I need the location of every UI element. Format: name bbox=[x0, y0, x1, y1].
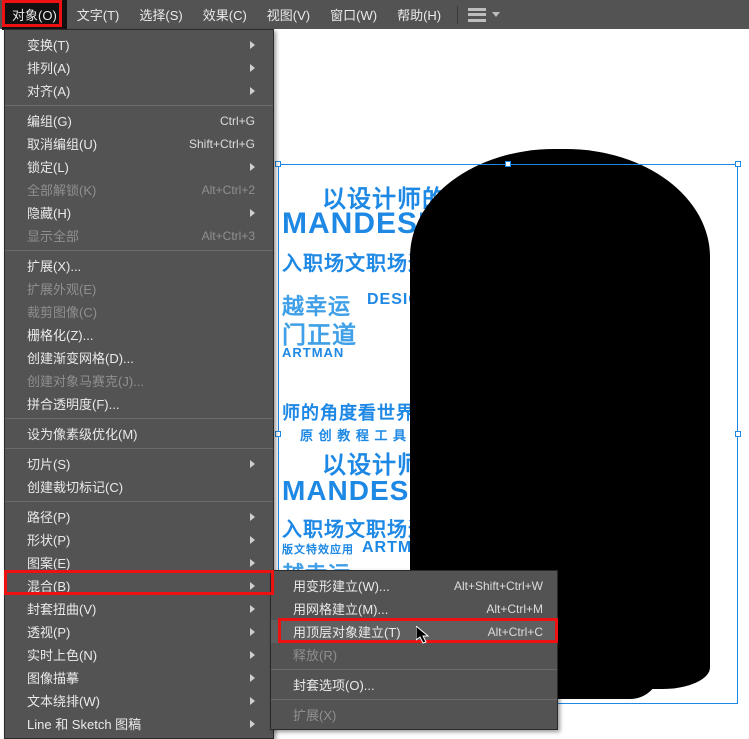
object-menu-dropdown: 变换(T) 排列(A) 对齐(A) 编组(G)Ctrl+G 取消编组(U)Shi… bbox=[4, 29, 274, 739]
chevron-right-icon bbox=[250, 41, 255, 49]
chevron-right-icon bbox=[250, 536, 255, 544]
chevron-right-icon bbox=[250, 64, 255, 72]
mi-live-paint[interactable]: 实时上色(N) bbox=[5, 643, 273, 666]
smi-expand: 扩展(X) bbox=[271, 703, 557, 726]
menu-separator bbox=[271, 669, 557, 670]
mi-image-trace[interactable]: 图像描摹 bbox=[5, 666, 273, 689]
menu-window[interactable]: 窗口(W) bbox=[320, 0, 387, 30]
smi-make-with-mesh[interactable]: 用网格建立(M)...Alt+Ctrl+M bbox=[271, 597, 557, 620]
smi-make-with-warp[interactable]: 用变形建立(W)...Alt+Shift+Ctrl+W bbox=[271, 574, 557, 597]
chevron-down-icon[interactable] bbox=[492, 12, 500, 17]
mi-envelope-distort[interactable]: 封套扭曲(V) bbox=[5, 597, 273, 620]
mi-ungroup[interactable]: 取消编组(U)Shift+Ctrl+G bbox=[5, 132, 273, 155]
smi-make-with-top-object[interactable]: 用顶层对象建立(T)Alt+Ctrl+C bbox=[271, 620, 557, 643]
envelope-distort-submenu: 用变形建立(W)...Alt+Shift+Ctrl+W 用网格建立(M)...A… bbox=[270, 570, 558, 730]
menu-select[interactable]: 选择(S) bbox=[129, 0, 192, 30]
mi-object-mosaic: 创建对象马赛克(J)... bbox=[5, 369, 273, 392]
chevron-right-icon bbox=[250, 163, 255, 171]
smi-envelope-options[interactable]: 封套选项(O)... bbox=[271, 673, 557, 696]
workspace-icon[interactable] bbox=[468, 8, 486, 22]
chevron-right-icon bbox=[250, 460, 255, 468]
menu-help[interactable]: 帮助(H) bbox=[387, 0, 451, 30]
chevron-right-icon bbox=[250, 674, 255, 682]
mi-expand[interactable]: 扩展(X)... bbox=[5, 254, 273, 277]
mi-group[interactable]: 编组(G)Ctrl+G bbox=[5, 109, 273, 132]
chevron-right-icon bbox=[250, 513, 255, 521]
mi-path[interactable]: 路径(P) bbox=[5, 505, 273, 528]
mi-unlock-all: 全部解锁(K)Alt+Ctrl+2 bbox=[5, 178, 273, 201]
mi-line-sketch[interactable]: Line 和 Sketch 图稿 bbox=[5, 712, 273, 735]
mi-align[interactable]: 对齐(A) bbox=[5, 79, 273, 102]
mi-blend[interactable]: 混合(B) bbox=[5, 574, 273, 597]
mi-pattern[interactable]: 图案(E) bbox=[5, 551, 273, 574]
menu-separator bbox=[5, 418, 273, 419]
mi-gradient-mesh[interactable]: 创建渐变网格(D)... bbox=[5, 346, 273, 369]
mi-show-all: 显示全部Alt+Ctrl+3 bbox=[5, 224, 273, 247]
chevron-right-icon bbox=[250, 697, 255, 705]
menu-separator bbox=[271, 699, 557, 700]
menubar-divider bbox=[457, 6, 458, 24]
mi-lock[interactable]: 锁定(L) bbox=[5, 155, 273, 178]
chevron-right-icon bbox=[250, 559, 255, 567]
menu-separator bbox=[5, 250, 273, 251]
mi-slice[interactable]: 切片(S) bbox=[5, 452, 273, 475]
mi-flatten-transparency[interactable]: 拼合透明度(F)... bbox=[5, 392, 273, 415]
menu-object[interactable]: 对象(O) bbox=[2, 0, 67, 30]
mi-arrange[interactable]: 排列(A) bbox=[5, 56, 273, 79]
chevron-right-icon bbox=[250, 651, 255, 659]
mi-perspective[interactable]: 透视(P) bbox=[5, 620, 273, 643]
mi-hide[interactable]: 隐藏(H) bbox=[5, 201, 273, 224]
chevron-right-icon bbox=[250, 209, 255, 217]
mi-trim-marks[interactable]: 创建裁切标记(C) bbox=[5, 475, 273, 498]
mi-rasterize[interactable]: 栅格化(Z)... bbox=[5, 323, 273, 346]
menu-type[interactable]: 文字(T) bbox=[67, 0, 130, 30]
selection-handle[interactable] bbox=[735, 431, 741, 437]
menu-separator bbox=[5, 501, 273, 502]
chevron-right-icon bbox=[250, 582, 255, 590]
mi-expand-appearance: 扩展外观(E) bbox=[5, 277, 273, 300]
selection-handle[interactable] bbox=[275, 431, 281, 437]
menubar: 对象(O) 文字(T) 选择(S) 效果(C) 视图(V) 窗口(W) 帮助(H… bbox=[0, 0, 749, 29]
menu-view[interactable]: 视图(V) bbox=[257, 0, 320, 30]
chevron-right-icon bbox=[250, 87, 255, 95]
chevron-right-icon bbox=[250, 720, 255, 728]
mi-text-wrap[interactable]: 文本绕排(W) bbox=[5, 689, 273, 712]
mi-pixel-perfect[interactable]: 设为像素级优化(M) bbox=[5, 422, 273, 445]
chevron-right-icon bbox=[250, 605, 255, 613]
menu-separator bbox=[5, 105, 273, 106]
selection-handle[interactable] bbox=[275, 161, 281, 167]
menu-separator bbox=[5, 448, 273, 449]
selection-handle[interactable] bbox=[505, 161, 511, 167]
selection-handle[interactable] bbox=[735, 161, 741, 167]
chevron-right-icon bbox=[250, 628, 255, 636]
menu-effect[interactable]: 效果(C) bbox=[193, 0, 257, 30]
mi-transform[interactable]: 变换(T) bbox=[5, 33, 273, 56]
smi-release: 释放(R) bbox=[271, 643, 557, 666]
mi-shape[interactable]: 形状(P) bbox=[5, 528, 273, 551]
mi-crop-image: 裁剪图像(C) bbox=[5, 300, 273, 323]
